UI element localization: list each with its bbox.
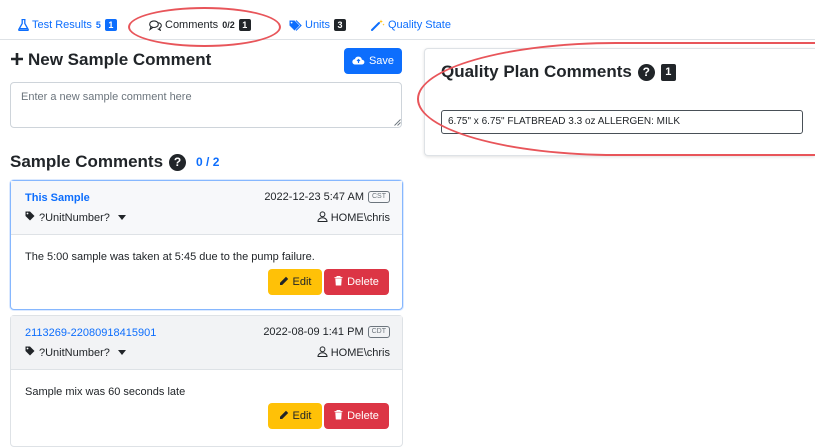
sample-comments-count: 0 / 2 bbox=[196, 155, 220, 169]
comment-card: This Sample ?UnitNumber? 2022-12-23 5:47… bbox=[10, 180, 403, 310]
comments-icon bbox=[149, 19, 162, 31]
caret-down-icon bbox=[117, 350, 126, 355]
comment-sample-name[interactable]: 2113269-22080918415901 bbox=[25, 327, 156, 339]
tab-badge: 3 bbox=[334, 19, 347, 31]
comment-sample-name[interactable]: This Sample bbox=[25, 192, 90, 204]
tab-label: Quality State bbox=[388, 19, 451, 31]
tab-label: Comments bbox=[165, 19, 219, 31]
flask-icon bbox=[18, 19, 29, 31]
new-comment-input[interactable] bbox=[10, 82, 402, 128]
tab-quality-state[interactable]: Quality State bbox=[371, 14, 451, 36]
comment-card-body: Sample mix was 60 seconds late Edit Dele… bbox=[11, 370, 402, 446]
unit-dropdown[interactable]: ?UnitNumber? bbox=[25, 346, 126, 359]
delete-label: Delete bbox=[347, 410, 379, 422]
tag-icon bbox=[25, 211, 35, 224]
tab-label: Units bbox=[305, 19, 331, 31]
pencil-icon bbox=[279, 410, 289, 423]
tab-label: Test Results bbox=[32, 19, 92, 31]
quality-plan-panel: Quality Plan Comments ? 1 6.75" x 6.75" … bbox=[424, 48, 815, 156]
delete-button[interactable]: Delete bbox=[324, 403, 389, 429]
save-label: Save bbox=[368, 55, 395, 67]
comment-username: HOME\chris bbox=[330, 212, 390, 224]
resize-grip-icon[interactable] bbox=[393, 118, 401, 126]
comment-date: 2022-12-23 5:47 AM CST bbox=[264, 191, 390, 203]
tab-test-results[interactable]: Test Results 5 1 bbox=[18, 14, 117, 36]
trash-icon bbox=[334, 275, 343, 289]
comment-text: The 5:00 sample was taken at 5:45 due to… bbox=[25, 251, 315, 263]
quality-plan-title: Quality Plan Comments bbox=[441, 62, 632, 81]
user-icon bbox=[317, 211, 328, 225]
comment-text: Sample mix was 60 seconds late bbox=[25, 386, 186, 398]
sample-comments-heading: Sample Comments ? 0 / 2 bbox=[10, 152, 219, 172]
comment-user: HOME\chris bbox=[317, 211, 390, 225]
tab-badge: 1 bbox=[104, 19, 117, 31]
edit-button[interactable]: Edit bbox=[268, 269, 322, 295]
tab-units[interactable]: Units 3 bbox=[289, 14, 347, 36]
quality-plan-comment: 6.75" x 6.75" FLATBREAD 3.3 oz ALLERGEN:… bbox=[441, 110, 803, 134]
delete-button[interactable]: Delete bbox=[324, 269, 389, 295]
comment-datetime: 2022-12-23 5:47 AM bbox=[264, 191, 364, 203]
comment-card-header: This Sample ?UnitNumber? 2022-12-23 5:47… bbox=[11, 181, 402, 235]
new-comment-heading: New Sample Comment bbox=[10, 50, 211, 70]
tab-comments[interactable]: Comments 0/2 1 bbox=[149, 14, 251, 36]
tab-count: 5 bbox=[95, 20, 101, 30]
unit-dropdown-value: ?UnitNumber? bbox=[39, 346, 110, 359]
pencil-icon bbox=[279, 276, 289, 289]
timezone-badge: CST bbox=[368, 191, 390, 203]
cloud-upload-icon bbox=[352, 55, 365, 68]
timezone-badge: CDT bbox=[367, 326, 390, 338]
tab-bar: Test Results 5 1 Comments 0/2 1 Units 3 … bbox=[0, 0, 815, 40]
tag-icon bbox=[25, 346, 35, 359]
caret-down-icon bbox=[117, 215, 126, 220]
help-icon[interactable]: ? bbox=[637, 63, 655, 81]
tab-count: 0/2 bbox=[222, 20, 235, 30]
sample-comments-title: Sample Comments bbox=[10, 152, 164, 171]
comment-card: 2113269-22080918415901 ?UnitNumber? 2022… bbox=[10, 315, 403, 447]
comment-date: 2022-08-09 1:41 PM CDT bbox=[263, 326, 390, 338]
edit-label: Edit bbox=[292, 276, 312, 288]
comment-user: HOME\chris bbox=[317, 346, 390, 360]
plus-icon bbox=[10, 50, 24, 70]
help-icon[interactable]: ? bbox=[169, 153, 187, 171]
tab-badge: 1 bbox=[238, 19, 251, 31]
edit-button[interactable]: Edit bbox=[268, 403, 322, 429]
unit-dropdown-value: ?UnitNumber? bbox=[39, 211, 110, 224]
unit-dropdown[interactable]: ?UnitNumber? bbox=[25, 211, 126, 224]
comment-datetime: 2022-08-09 1:41 PM bbox=[263, 326, 364, 338]
edit-label: Edit bbox=[292, 410, 312, 422]
save-button[interactable]: Save bbox=[344, 48, 402, 74]
tags-icon bbox=[289, 19, 302, 31]
new-comment-title: New Sample Comment bbox=[28, 50, 212, 69]
magic-wand-icon bbox=[371, 19, 385, 31]
quality-plan-heading: Quality Plan Comments ? 1 bbox=[441, 62, 676, 82]
delete-label: Delete bbox=[347, 276, 379, 288]
comment-card-header: 2113269-22080918415901 ?UnitNumber? 2022… bbox=[11, 316, 402, 370]
comment-username: HOME\chris bbox=[330, 347, 390, 359]
user-icon bbox=[317, 346, 328, 360]
trash-icon bbox=[334, 409, 343, 423]
comment-card-body: The 5:00 sample was taken at 5:45 due to… bbox=[11, 235, 402, 309]
quality-plan-badge: 1 bbox=[660, 63, 676, 81]
